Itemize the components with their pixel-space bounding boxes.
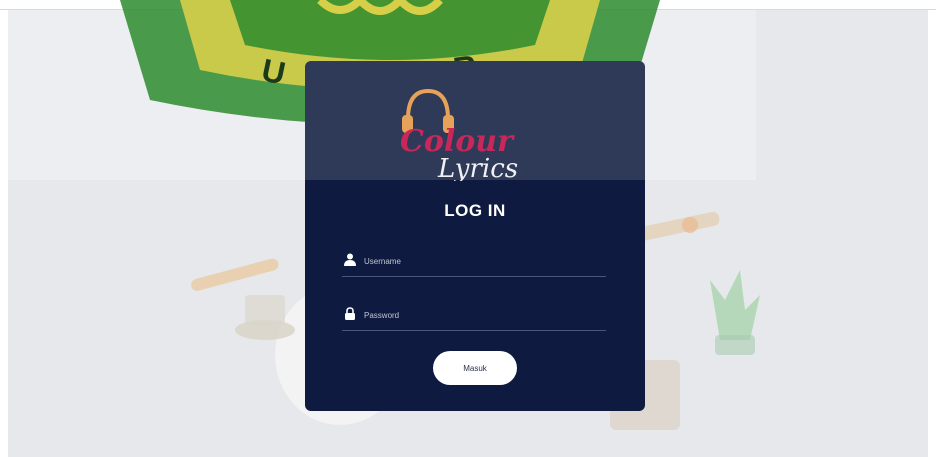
login-title: LOG IN xyxy=(444,201,506,220)
username-input[interactable] xyxy=(364,247,604,275)
username-field-wrapper xyxy=(342,247,606,277)
lock-icon xyxy=(345,307,355,320)
colour-lyrics-logo: Colour Lyrics xyxy=(400,88,518,181)
login-card: Colour Lyrics LOG IN Masuk xyxy=(305,61,645,411)
logo-text-lyrics: Lyrics xyxy=(437,154,518,181)
login-submit-button[interactable]: Masuk xyxy=(433,351,517,385)
password-field-wrapper xyxy=(342,301,606,331)
password-input[interactable] xyxy=(364,301,604,329)
user-icon xyxy=(344,253,356,266)
